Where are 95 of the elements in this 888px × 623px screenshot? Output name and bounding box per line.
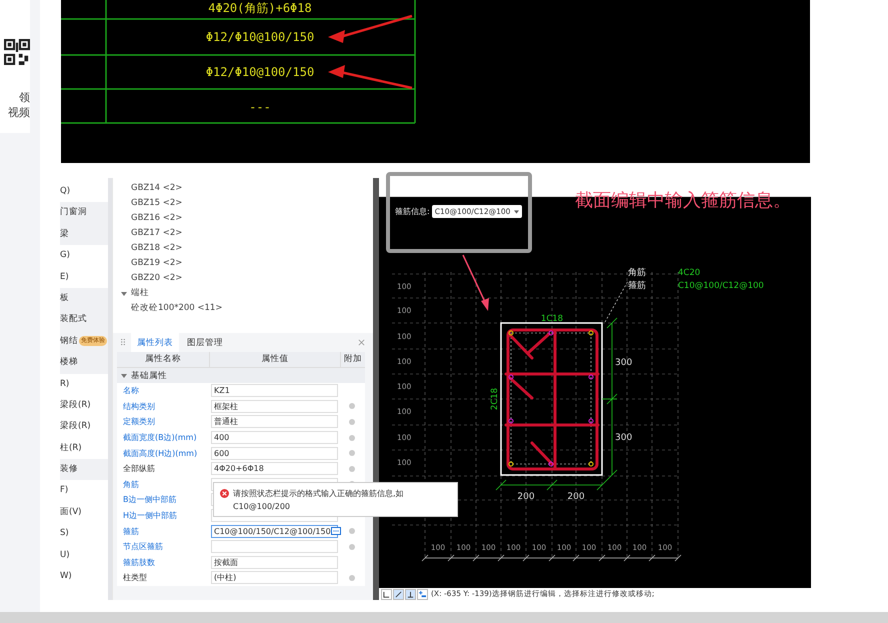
leader-label: 箍筋	[628, 281, 646, 291]
property-value-field[interactable]: 600	[211, 446, 338, 460]
leader-label: 角筋	[628, 268, 646, 278]
property-name: 截面宽度(B边)(mm)	[122, 432, 198, 444]
table-cell: Φ12/Φ10@100/150	[206, 30, 314, 44]
column-header: 属性名称	[117, 352, 210, 367]
caret-icon[interactable]	[121, 290, 127, 296]
panel-tab[interactable]: 图层管理	[181, 333, 229, 352]
nav-item[interactable]: 楼梯	[60, 352, 108, 374]
panel-tab[interactable]: 属性列表	[131, 333, 179, 352]
property-value-field[interactable]	[211, 540, 338, 554]
drag-handle-icon[interactable]	[121, 339, 125, 346]
tree-item[interactable]: 砼改砼100*200 <11>	[121, 301, 373, 316]
table-cell: Φ12/Φ10@100/150	[206, 65, 314, 79]
property-name: 柱类型	[122, 572, 148, 584]
tree-item[interactable]: GBZ16 <2>	[121, 211, 373, 226]
nav-item[interactable]: 板	[60, 288, 108, 310]
nav-item[interactable]: W)	[40, 566, 108, 588]
nav-item[interactable]: G)	[40, 245, 108, 267]
attach-dot-icon[interactable]	[348, 528, 354, 534]
property-value-field[interactable]: 400	[211, 431, 338, 444]
nav-item[interactable]: R)	[40, 374, 108, 395]
property-name: 名称	[122, 385, 140, 396]
dimension-label: 300	[615, 358, 632, 368]
tree-item[interactable]: GBZ18 <2>	[121, 241, 373, 256]
nav-item[interactable]: 柱(R)	[40, 438, 108, 460]
tree-item[interactable]: GBZ20 <2>	[121, 271, 373, 286]
column-header: 附加	[343, 353, 363, 366]
stirrup-info-label: 箍筋信息:	[395, 206, 430, 217]
property-name: 全部纵筋	[122, 463, 156, 474]
rebar-value: 4C20	[678, 268, 700, 278]
promo-text: 领	[19, 90, 30, 105]
nav-item[interactable]: Q)	[40, 181, 108, 202]
add-icon[interactable]	[417, 588, 428, 600]
close-icon[interactable]	[358, 339, 365, 346]
rebar-label: 2C18	[490, 388, 500, 410]
attach-dot-icon[interactable]	[348, 434, 354, 441]
nav-item[interactable]: 梁段(R)	[40, 416, 108, 438]
nav-item[interactable]: 面(V)	[40, 502, 108, 524]
attach-dot-icon[interactable]	[348, 466, 354, 472]
leader-line	[604, 280, 628, 322]
table-cell: ---	[249, 100, 271, 114]
property-name: 箍筋肢数	[122, 556, 156, 568]
promo-text: 视频	[8, 105, 30, 120]
attach-dot-icon[interactable]	[348, 450, 354, 456]
rebar-label: 1C18	[540, 314, 564, 324]
property-value-field[interactable]: C10@100/150/C12@100/150	[211, 524, 338, 538]
nav-item[interactable]: 装配式	[60, 309, 108, 331]
nav-item[interactable]: 梁段(R)	[40, 394, 108, 416]
property-name: 结构类别	[122, 400, 156, 412]
nav-item[interactable]: 门窗洞	[60, 202, 108, 224]
nav-item[interactable]: 装修	[60, 459, 108, 480]
section-title: 基础属性	[131, 370, 167, 382]
property-value-field[interactable]: 普通柱	[211, 415, 338, 428]
snap-icon[interactable]	[381, 588, 392, 600]
line-icon[interactable]	[393, 588, 404, 600]
property-value-field[interactable]: 按截面	[211, 556, 338, 569]
attach-dot-icon[interactable]	[348, 403, 354, 410]
tree-item[interactable]: GBZ19 <2>	[121, 256, 373, 271]
rebar-value: C10@100/C12@100	[678, 281, 764, 291]
dimension-label: 300	[615, 433, 632, 443]
nav-item[interactable]: 梁	[60, 224, 108, 246]
attach-dot-icon[interactable]	[348, 544, 354, 550]
perpendicular-icon[interactable]	[405, 588, 416, 600]
error-message: 请按照状态栏提示的格式输入正确的箍筋信息,如 C10@100/200	[233, 488, 404, 513]
property-name: 角筋	[122, 478, 140, 490]
dimension-label: 200	[567, 492, 585, 502]
table-cell: 4Φ20(角筋)+6Φ18	[208, 1, 312, 15]
caret-icon[interactable]	[121, 372, 127, 378]
attach-dot-icon[interactable]	[348, 574, 354, 581]
property-name: 截面高度(H边)(mm)	[122, 448, 198, 459]
property-name: 节点区箍筋	[122, 541, 164, 552]
tree-item[interactable]: GBZ17 <2>	[121, 226, 373, 241]
property-value-field[interactable]: 4Φ20+6Φ18	[211, 462, 338, 476]
error-icon	[220, 489, 229, 498]
arrow-icon	[462, 254, 489, 311]
property-name: 定额类别	[122, 416, 156, 428]
dimension-label: 200	[517, 492, 535, 502]
tree-item[interactable]: GBZ15 <2>	[121, 196, 373, 211]
nav-item[interactable]: E)	[40, 266, 108, 288]
property-value-field[interactable]: 框架柱	[211, 400, 338, 413]
property-name: H边一侧中部筋	[122, 510, 178, 522]
property-value-field[interactable]: KZ1	[211, 384, 338, 398]
attach-dot-icon[interactable]	[348, 418, 354, 425]
tree-item[interactable]: GBZ14 <2>	[121, 181, 373, 196]
property-name: 箍筋	[122, 526, 140, 537]
property-name: B边一侧中部筋	[122, 494, 178, 506]
column-header: 属性值	[210, 352, 341, 367]
more-icon[interactable]	[330, 527, 341, 536]
nav-item[interactable]: S)	[40, 523, 108, 545]
nav-item[interactable]: U)	[40, 544, 108, 566]
nav-item[interactable]: F)	[40, 480, 108, 502]
caret-icon[interactable]	[514, 210, 520, 214]
property-value-field[interactable]: (中柱)	[211, 571, 338, 584]
tree-group-label[interactable]: 端柱	[131, 286, 149, 301]
